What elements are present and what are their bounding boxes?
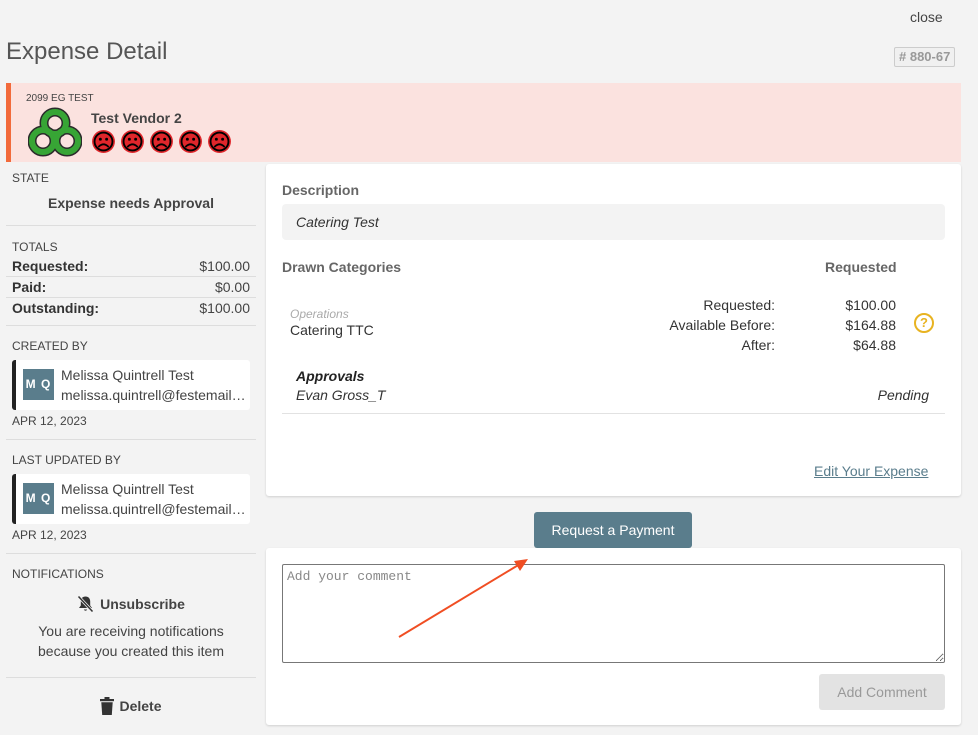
state-section: STATE Expense needs Approval bbox=[6, 163, 256, 211]
state-label: STATE bbox=[12, 171, 49, 185]
vendor-logo-icon bbox=[28, 107, 82, 157]
notice-line: You are receiving notifications bbox=[38, 623, 224, 639]
notice-line: because you created this item bbox=[38, 643, 224, 659]
notifications-label: NOTIFICATIONS bbox=[12, 567, 104, 581]
help-icon[interactable]: ? bbox=[914, 313, 934, 333]
total-row-outstanding: Outstanding: $100.00 bbox=[6, 298, 256, 319]
add-comment-button[interactable]: Add Comment bbox=[819, 674, 945, 710]
user-email: melissa.quintrell@festemail.com bbox=[61, 387, 247, 403]
unsubscribe-label: Unsubscribe bbox=[100, 596, 185, 612]
request-payment-button[interactable]: Request a Payment bbox=[534, 512, 692, 548]
user-name: Melissa Quintrell Test bbox=[61, 367, 194, 383]
total-key: Outstanding: bbox=[12, 300, 100, 316]
amount-value: $100.00 bbox=[845, 297, 896, 313]
total-row-paid: Paid: $0.00 bbox=[6, 277, 256, 298]
user-email: melissa.quintrell@festemail.com bbox=[61, 501, 247, 517]
amount-labels: Requested: Available Before: After: bbox=[646, 295, 775, 355]
sad-face-icon bbox=[150, 130, 173, 153]
created-date: APR 12, 2023 bbox=[12, 414, 87, 428]
description-value: Catering Test bbox=[282, 204, 945, 240]
sidebar: STATE Expense needs Approval TOTALS Requ… bbox=[6, 163, 256, 715]
totals-section: TOTALS Requested: $100.00 Paid: $0.00 Ou… bbox=[6, 226, 256, 319]
sad-face-icon bbox=[121, 130, 144, 153]
total-key: Paid: bbox=[12, 279, 47, 295]
page-title: Expense Detail bbox=[6, 38, 168, 65]
created-by-label: CREATED BY bbox=[12, 339, 88, 353]
comment-card: Add Comment bbox=[266, 548, 961, 725]
close-link[interactable]: close bbox=[910, 9, 943, 25]
amount-label: After: bbox=[741, 337, 775, 353]
amount-value: $164.88 bbox=[845, 317, 896, 333]
category-name: Catering TTC bbox=[290, 322, 374, 338]
approver-name: Evan Gross_T bbox=[296, 387, 386, 403]
notifications-section: NOTIFICATIONS Unsubscribe You are receiv… bbox=[6, 554, 256, 661]
total-value: $100.00 bbox=[199, 258, 250, 274]
trash-icon bbox=[100, 697, 115, 715]
vendor-name: Test Vendor 2 bbox=[91, 110, 182, 126]
total-value: $0.00 bbox=[214, 279, 250, 295]
divider bbox=[282, 413, 945, 414]
state-value: Expense needs Approval bbox=[48, 195, 214, 211]
vendor-rating bbox=[91, 129, 232, 154]
updated-by-card[interactable]: M Q Melissa Quintrell Test melissa.quint… bbox=[12, 474, 250, 524]
expense-detail-card: Description Catering Test Drawn Categori… bbox=[266, 164, 961, 496]
total-row-requested: Requested: $100.00 bbox=[6, 256, 256, 277]
user-name: Melissa Quintrell Test bbox=[61, 481, 194, 497]
category-parent: Operations bbox=[290, 307, 349, 321]
avatar: M Q bbox=[23, 369, 54, 400]
comment-input[interactable] bbox=[282, 564, 945, 663]
delete-label: Delete bbox=[119, 698, 162, 714]
updated-by-label: LAST UPDATED BY bbox=[12, 453, 121, 467]
updated-by-section: LAST UPDATED BY M Q Melissa Quintrell Te… bbox=[6, 440, 256, 542]
requested-header: Requested bbox=[825, 259, 897, 275]
amount-values: $100.00 $164.88 $64.88 bbox=[826, 295, 896, 355]
description-label: Description bbox=[282, 182, 360, 198]
unsubscribe-button[interactable]: Unsubscribe bbox=[6, 595, 256, 613]
sad-face-icon bbox=[179, 130, 202, 153]
avatar: M Q bbox=[23, 483, 54, 514]
edit-expense-link[interactable]: Edit Your Expense bbox=[814, 463, 928, 479]
vendor-banner: 2099 EG TEST Test Vendor 2 bbox=[6, 83, 961, 162]
created-by-section: CREATED BY M Q Melissa Quintrell Test me… bbox=[6, 326, 256, 428]
total-key: Requested: bbox=[12, 258, 89, 274]
amount-value: $64.88 bbox=[853, 337, 896, 353]
approvals-label: Approvals bbox=[296, 368, 365, 384]
vendor-tag: 2099 EG TEST bbox=[26, 93, 94, 104]
notification-notice: You are receiving notifications because … bbox=[6, 621, 256, 661]
sad-face-icon bbox=[208, 130, 231, 153]
created-by-card[interactable]: M Q Melissa Quintrell Test melissa.quint… bbox=[12, 360, 250, 410]
reference-badge: # 880-67 bbox=[894, 47, 956, 67]
sad-face-icon bbox=[92, 130, 115, 153]
bell-off-icon bbox=[77, 595, 94, 613]
total-value: $100.00 bbox=[199, 300, 250, 316]
drawn-categories-label: Drawn Categories bbox=[282, 259, 402, 275]
amount-label: Requested: bbox=[703, 297, 775, 313]
amount-label: Available Before: bbox=[669, 317, 775, 333]
approval-status: Pending bbox=[877, 387, 929, 403]
totals-label: TOTALS bbox=[12, 240, 58, 254]
delete-button[interactable]: Delete bbox=[6, 697, 256, 715]
divider bbox=[6, 677, 256, 678]
updated-date: APR 12, 2023 bbox=[12, 528, 87, 542]
